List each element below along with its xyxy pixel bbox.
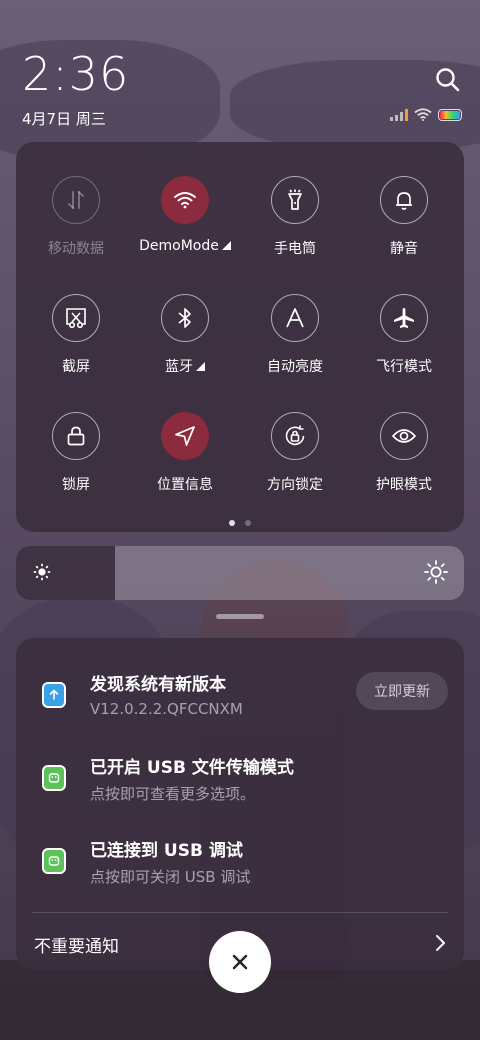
divider [32,912,448,913]
page-indicator [16,520,464,526]
brightness-high-icon [424,560,448,584]
tile-rotation-lock[interactable]: 方向锁定 [240,412,350,494]
brightness-fill [16,546,115,600]
auto-brightness-icon [271,294,319,342]
tile-label: 截屏 [62,359,90,375]
update-now-button[interactable]: 立即更新 [356,672,448,710]
battery-icon [438,108,462,121]
tile-label: 锁屏 [62,477,90,493]
tile-location[interactable]: 位置信息 [130,412,240,494]
notification-subtitle: 点按即可查看更多选项。 [90,785,256,803]
bell-icon [380,176,428,224]
tile-silent[interactable]: 静音 [349,176,459,258]
clear-notifications-button[interactable] [209,931,271,993]
notification-subtitle: 点按即可关闭 USB 调试 [90,868,251,886]
tile-eye-care[interactable]: 护眼模式 [349,412,459,494]
system-update-icon [42,682,66,708]
eye-icon [380,412,428,460]
flashlight-icon [271,176,319,224]
tile-label: 方向锁定 [267,477,323,493]
screenshot-icon [52,294,100,342]
notification-usb-debugging[interactable]: 已连接到 USB 调试 点按即可关闭 USB 调试 [16,830,464,900]
drag-handle[interactable] [216,614,264,619]
lock-icon [52,412,100,460]
brightness-low-icon [33,563,51,581]
brightness-slider[interactable] [16,546,464,600]
airplane-icon [380,294,428,342]
expand-arrow-icon[interactable] [196,362,205,371]
tile-screenshot[interactable]: 截屏 [21,294,131,376]
tile-label: 静音 [390,241,418,257]
notification-title: 已开启 USB 文件传输模式 [90,758,294,778]
wifi-icon [161,176,209,224]
tile-label: 自动亮度 [267,359,323,375]
tile-wifi[interactable]: DemoMode [130,176,240,254]
notification-panel: 发现系统有新版本 V12.0.2.2.QFCCNXM 立即更新 已开启 USB … [16,638,464,970]
page-dot[interactable] [229,520,235,526]
mobile-data-icon [52,176,100,224]
page-dot[interactable] [245,520,251,526]
tile-label: 移动数据 [48,241,104,257]
bluetooth-icon [161,294,209,342]
tile-label: 飞行模式 [376,359,432,375]
cellular-signal-icon [390,108,408,121]
rotation-lock-icon [271,412,319,460]
chevron-right-icon[interactable] [434,934,446,952]
tile-label: 护眼模式 [376,477,432,493]
notification-title: 发现系统有新版本 [90,675,226,695]
tile-airplane[interactable]: 飞行模式 [349,294,459,376]
status-icons [390,108,462,121]
tile-auto-brightness[interactable]: 自动亮度 [240,294,350,376]
android-icon [42,848,66,874]
tile-label: 位置信息 [157,477,213,493]
notification-subtitle: V12.0.2.2.QFCCNXM [90,700,243,718]
wifi-status-icon [414,108,432,121]
notification-title: 已连接到 USB 调试 [90,841,243,861]
clock[interactable]: 2:36 [22,48,129,100]
tile-label: 蓝牙 [165,359,193,375]
close-icon [232,954,248,970]
tile-flashlight[interactable]: 手电筒 [240,176,350,258]
date[interactable]: 4月7日 周三 [22,108,106,129]
notification-usb-transfer[interactable]: 已开启 USB 文件传输模式 点按即可查看更多选项。 [16,747,464,817]
tile-label: DemoMode [139,238,219,254]
search-icon[interactable] [434,66,462,94]
tile-lock-screen[interactable]: 锁屏 [21,412,131,494]
location-icon [161,412,209,460]
expand-arrow-icon[interactable] [221,241,231,250]
android-icon [42,765,66,791]
tile-label: 手电筒 [274,241,316,257]
notification-system-update[interactable]: 发现系统有新版本 V12.0.2.2.QFCCNXM 立即更新 [16,664,464,734]
tile-mobile-data[interactable]: 移动数据 [21,176,131,258]
tile-bluetooth[interactable]: 蓝牙 [130,294,240,376]
unimportant-notifications-link[interactable]: 不重要通知 [34,932,119,957]
quick-settings-panel: 移动数据 DemoMode 手电筒 静音 截屏 蓝牙 自动亮度 飞行模式 锁屏 … [16,142,464,532]
